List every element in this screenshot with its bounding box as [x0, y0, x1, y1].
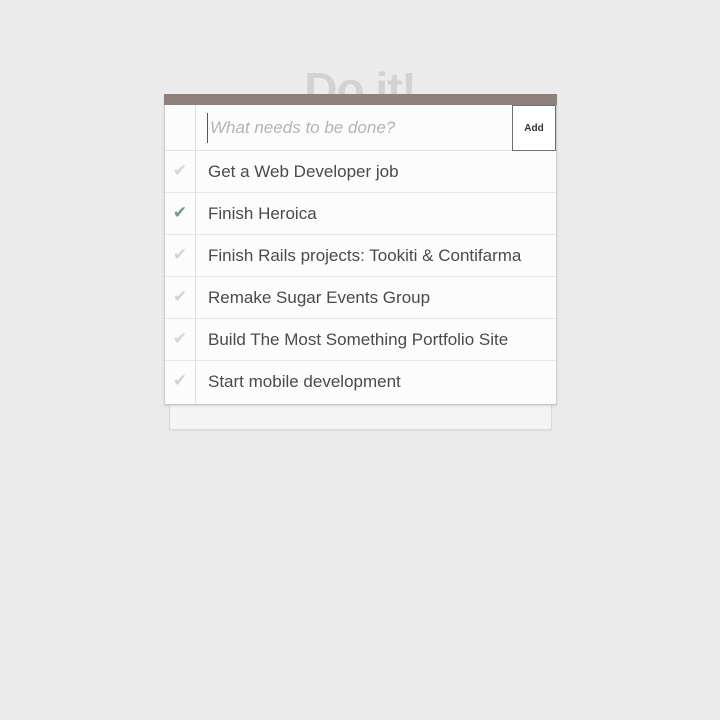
new-todo-input[interactable] [207, 113, 510, 143]
todo-card: Add ✔ Get a Web Developer job ✔ Finish H… [164, 94, 557, 405]
add-button[interactable]: Add [512, 105, 556, 151]
check-icon[interactable]: ✔ [171, 245, 189, 265]
page: Do it! Add ✔ Get a Web Developer job ✔ F… [0, 0, 720, 720]
todo-text: Get a Web Developer job [208, 162, 399, 181]
check-icon[interactable]: ✔ [171, 371, 189, 391]
todo-text: Finish Rails projects: Tookiti & Contifa… [208, 246, 522, 265]
check-icon[interactable]: ✔ [171, 203, 189, 223]
todo-item: ✔ Get a Web Developer job [165, 151, 556, 193]
todo-item: ✔ Finish Rails projects: Tookiti & Conti… [165, 235, 556, 277]
todo-list: ✔ Get a Web Developer job ✔ Finish Heroi… [165, 151, 556, 403]
todo-item: ✔ Remake Sugar Events Group [165, 277, 556, 319]
check-icon[interactable]: ✔ [171, 161, 189, 181]
todo-item: ✔ Build The Most Something Portfolio Sit… [165, 319, 556, 361]
todo-text: Finish Heroica [208, 204, 317, 223]
todo-text: Build The Most Something Portfolio Site [208, 330, 509, 349]
check-icon[interactable]: ✔ [171, 287, 189, 307]
todo-item: ✔ Start mobile development [165, 361, 556, 403]
new-todo-row: Add [165, 105, 556, 151]
todo-text: Remake Sugar Events Group [208, 288, 431, 307]
todo-item: ✔ Finish Heroica [165, 193, 556, 235]
check-icon[interactable]: ✔ [171, 329, 189, 349]
card-top-bar [164, 94, 557, 105]
todo-text: Start mobile development [208, 372, 401, 391]
